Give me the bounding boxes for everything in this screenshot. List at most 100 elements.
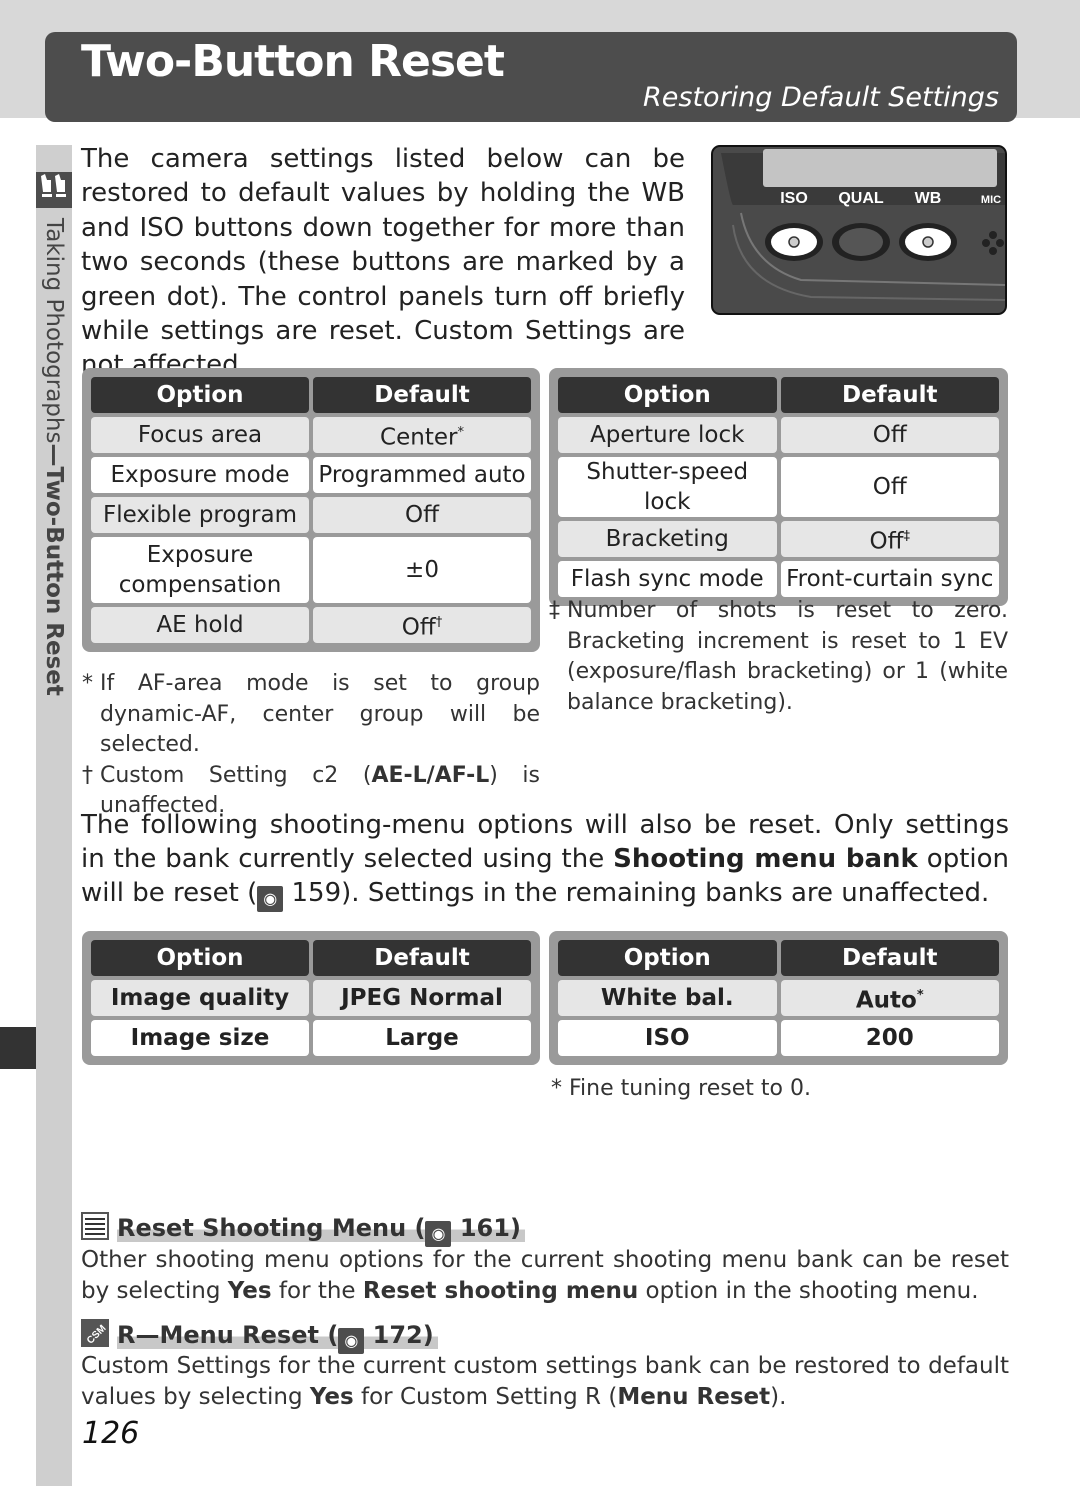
- footnote-mark: †: [435, 614, 443, 630]
- chapter-tab-marker: [0, 1027, 36, 1069]
- footnote-mark: ‡: [903, 528, 910, 544]
- table-row: Bracketing Off‡: [558, 521, 999, 557]
- column-header-default: Default: [313, 940, 531, 976]
- option-line-2: compensation: [118, 572, 282, 598]
- menu-reset-option: Menu Reset: [617, 1384, 771, 1410]
- control-panel-illustration: ISO QUAL WB MIC: [711, 145, 1007, 315]
- section-title-text: Reset Shooting Menu (: [117, 1214, 426, 1242]
- table-row: Focus area Center*: [91, 417, 531, 453]
- reset-shooting-menu-option: Reset shooting menu: [362, 1278, 639, 1304]
- table-row: Flexible program Off: [91, 497, 531, 533]
- option-cell: Image quality: [91, 980, 309, 1016]
- table-row: Image quality JPEG Normal: [91, 980, 531, 1016]
- table-row: Image size Large: [91, 1020, 531, 1056]
- section-title: Reset Shooting Menu (◉ 161): [117, 1214, 525, 1247]
- footnote-mark: ‡: [549, 598, 560, 623]
- default-cell: Center*: [313, 417, 531, 453]
- table-row: White bal. Auto*: [558, 980, 999, 1016]
- para-text: ). Settings in the remaining banks are u…: [341, 878, 990, 908]
- shooting-menu-icon: [81, 1212, 109, 1240]
- table-row: Exposure compensation ±0: [91, 537, 531, 603]
- qual-label: QUAL: [838, 190, 884, 207]
- yes-option: Yes: [309, 1384, 354, 1410]
- yes-option: Yes: [227, 1278, 272, 1304]
- footnote-mark: *: [457, 424, 464, 440]
- section-title-text: R—Menu Reset (: [117, 1321, 339, 1349]
- option-cell: Exposure mode: [91, 457, 309, 493]
- default-cell: Off: [780, 417, 999, 453]
- sidebar-section-label: Taking Photographs: [41, 218, 67, 444]
- shooting-menu-table-2: Option Default White bal. Auto* ISO 200: [549, 931, 1008, 1065]
- intro-paragraph: The camera settings listed below can be …: [81, 142, 685, 383]
- column-header-option: Option: [558, 377, 777, 413]
- option-line-1: Exposure: [146, 542, 254, 568]
- option-cell: Focus area: [91, 417, 309, 453]
- table4-footnote: * Fine tuning reset to 0.: [551, 1074, 1010, 1105]
- option-cell: Aperture lock: [558, 417, 777, 453]
- default-cell: Off: [313, 497, 531, 533]
- section-title: R—Menu Reset (◉ 172): [117, 1321, 438, 1354]
- section-title-close: ): [422, 1321, 434, 1349]
- option-cell: ISO: [558, 1020, 777, 1056]
- body-text: ).: [770, 1384, 787, 1410]
- column-header-default: Default: [313, 377, 531, 413]
- column-header-option: Option: [558, 940, 777, 976]
- shooting-menu-table-1: Option Default Image quality JPEG Normal…: [82, 931, 540, 1065]
- intro-text: The camera settings listed below can be …: [81, 144, 685, 209]
- default-value: Center: [380, 424, 458, 451]
- options-table: Option Default Aperture lock Off Shutter…: [554, 373, 1003, 601]
- table-row: Flash sync mode Front-curtain sync: [558, 561, 999, 597]
- iso-label: ISO: [780, 190, 808, 207]
- column-header-option: Option: [91, 940, 309, 976]
- table-row: Shutter-speed lock Off: [558, 457, 999, 517]
- footnote-mark: *: [916, 987, 924, 1003]
- table-row: Exposure mode Programmed auto: [91, 457, 531, 493]
- shooting-menu-paragraph: The following shooting-menu options will…: [81, 808, 1009, 912]
- body-text: option in the shooting menu.: [638, 1278, 979, 1304]
- option-cell: Image size: [91, 1020, 309, 1056]
- setting-name: AE-L/AF-L: [371, 762, 490, 788]
- body-text: for the: [271, 1278, 363, 1304]
- option-cell: Bracketing: [558, 521, 777, 557]
- body-text: for Custom Setting R (: [353, 1384, 618, 1410]
- section-title-close: ): [509, 1214, 521, 1242]
- default-value: Off: [869, 528, 904, 555]
- options-table: Option Default Focus area Center* Exposu…: [87, 373, 535, 647]
- column-header-default: Default: [780, 940, 999, 976]
- default-cell: Large: [313, 1020, 531, 1056]
- footnote-text-part: Custom Setting c2 (: [100, 762, 372, 788]
- wb-label: WB: [915, 190, 942, 207]
- default-cell: 200: [780, 1020, 999, 1056]
- wb-button-ref: WB: [641, 178, 685, 209]
- footnote: * If AF-area mode is set to group dynamic…: [82, 669, 540, 761]
- reset-table-2: Option Default Aperture lock Off Shutter…: [549, 368, 1008, 606]
- taking-photographs-icon: [36, 172, 72, 208]
- options-table: Option Default Image quality JPEG Normal…: [87, 936, 535, 1060]
- sidebar-page-label: Two-Button Reset: [41, 466, 67, 696]
- column-header-default: Default: [780, 377, 999, 413]
- footnote-mark: *: [82, 671, 93, 696]
- option-cell: White bal.: [558, 980, 777, 1016]
- option-cell: Shutter-speed lock: [558, 457, 777, 517]
- footnote-text: If AF-area mode is set to group dynamic-…: [100, 671, 540, 757]
- page-reference-icon: ◉: [425, 1221, 452, 1247]
- default-cell: Off‡: [780, 521, 999, 557]
- page-header: Two-Button Reset Restoring Default Setti…: [45, 32, 1017, 122]
- column-header-option: Option: [91, 377, 309, 413]
- page-ref-number[interactable]: 159: [292, 878, 342, 908]
- table1-footnotes: * If AF-area mode is set to group dynamic…: [82, 669, 540, 822]
- page-ref-number[interactable]: 172: [373, 1321, 423, 1349]
- iso-button-ref: ISO: [139, 212, 185, 243]
- menu-reset-body: Custom Settings for the current custom s…: [81, 1351, 1009, 1413]
- page-ref-number[interactable]: 161: [460, 1214, 510, 1242]
- shooting-menu-bank-ref: Shooting menu bank: [613, 844, 918, 874]
- footnote-text: Fine tuning reset to 0.: [569, 1076, 811, 1101]
- default-cell: ±0: [313, 537, 531, 603]
- footnote: ‡ Number of shots is reset to zero. Brack…: [549, 596, 1008, 718]
- table-row: ISO 200: [558, 1020, 999, 1056]
- default-cell: Front-curtain sync: [780, 561, 999, 597]
- table-row: Aperture lock Off: [558, 417, 999, 453]
- default-value: Auto: [855, 987, 917, 1014]
- intro-and: and: [81, 212, 140, 243]
- reset-table-1: Option Default Focus area Center* Exposu…: [82, 368, 540, 652]
